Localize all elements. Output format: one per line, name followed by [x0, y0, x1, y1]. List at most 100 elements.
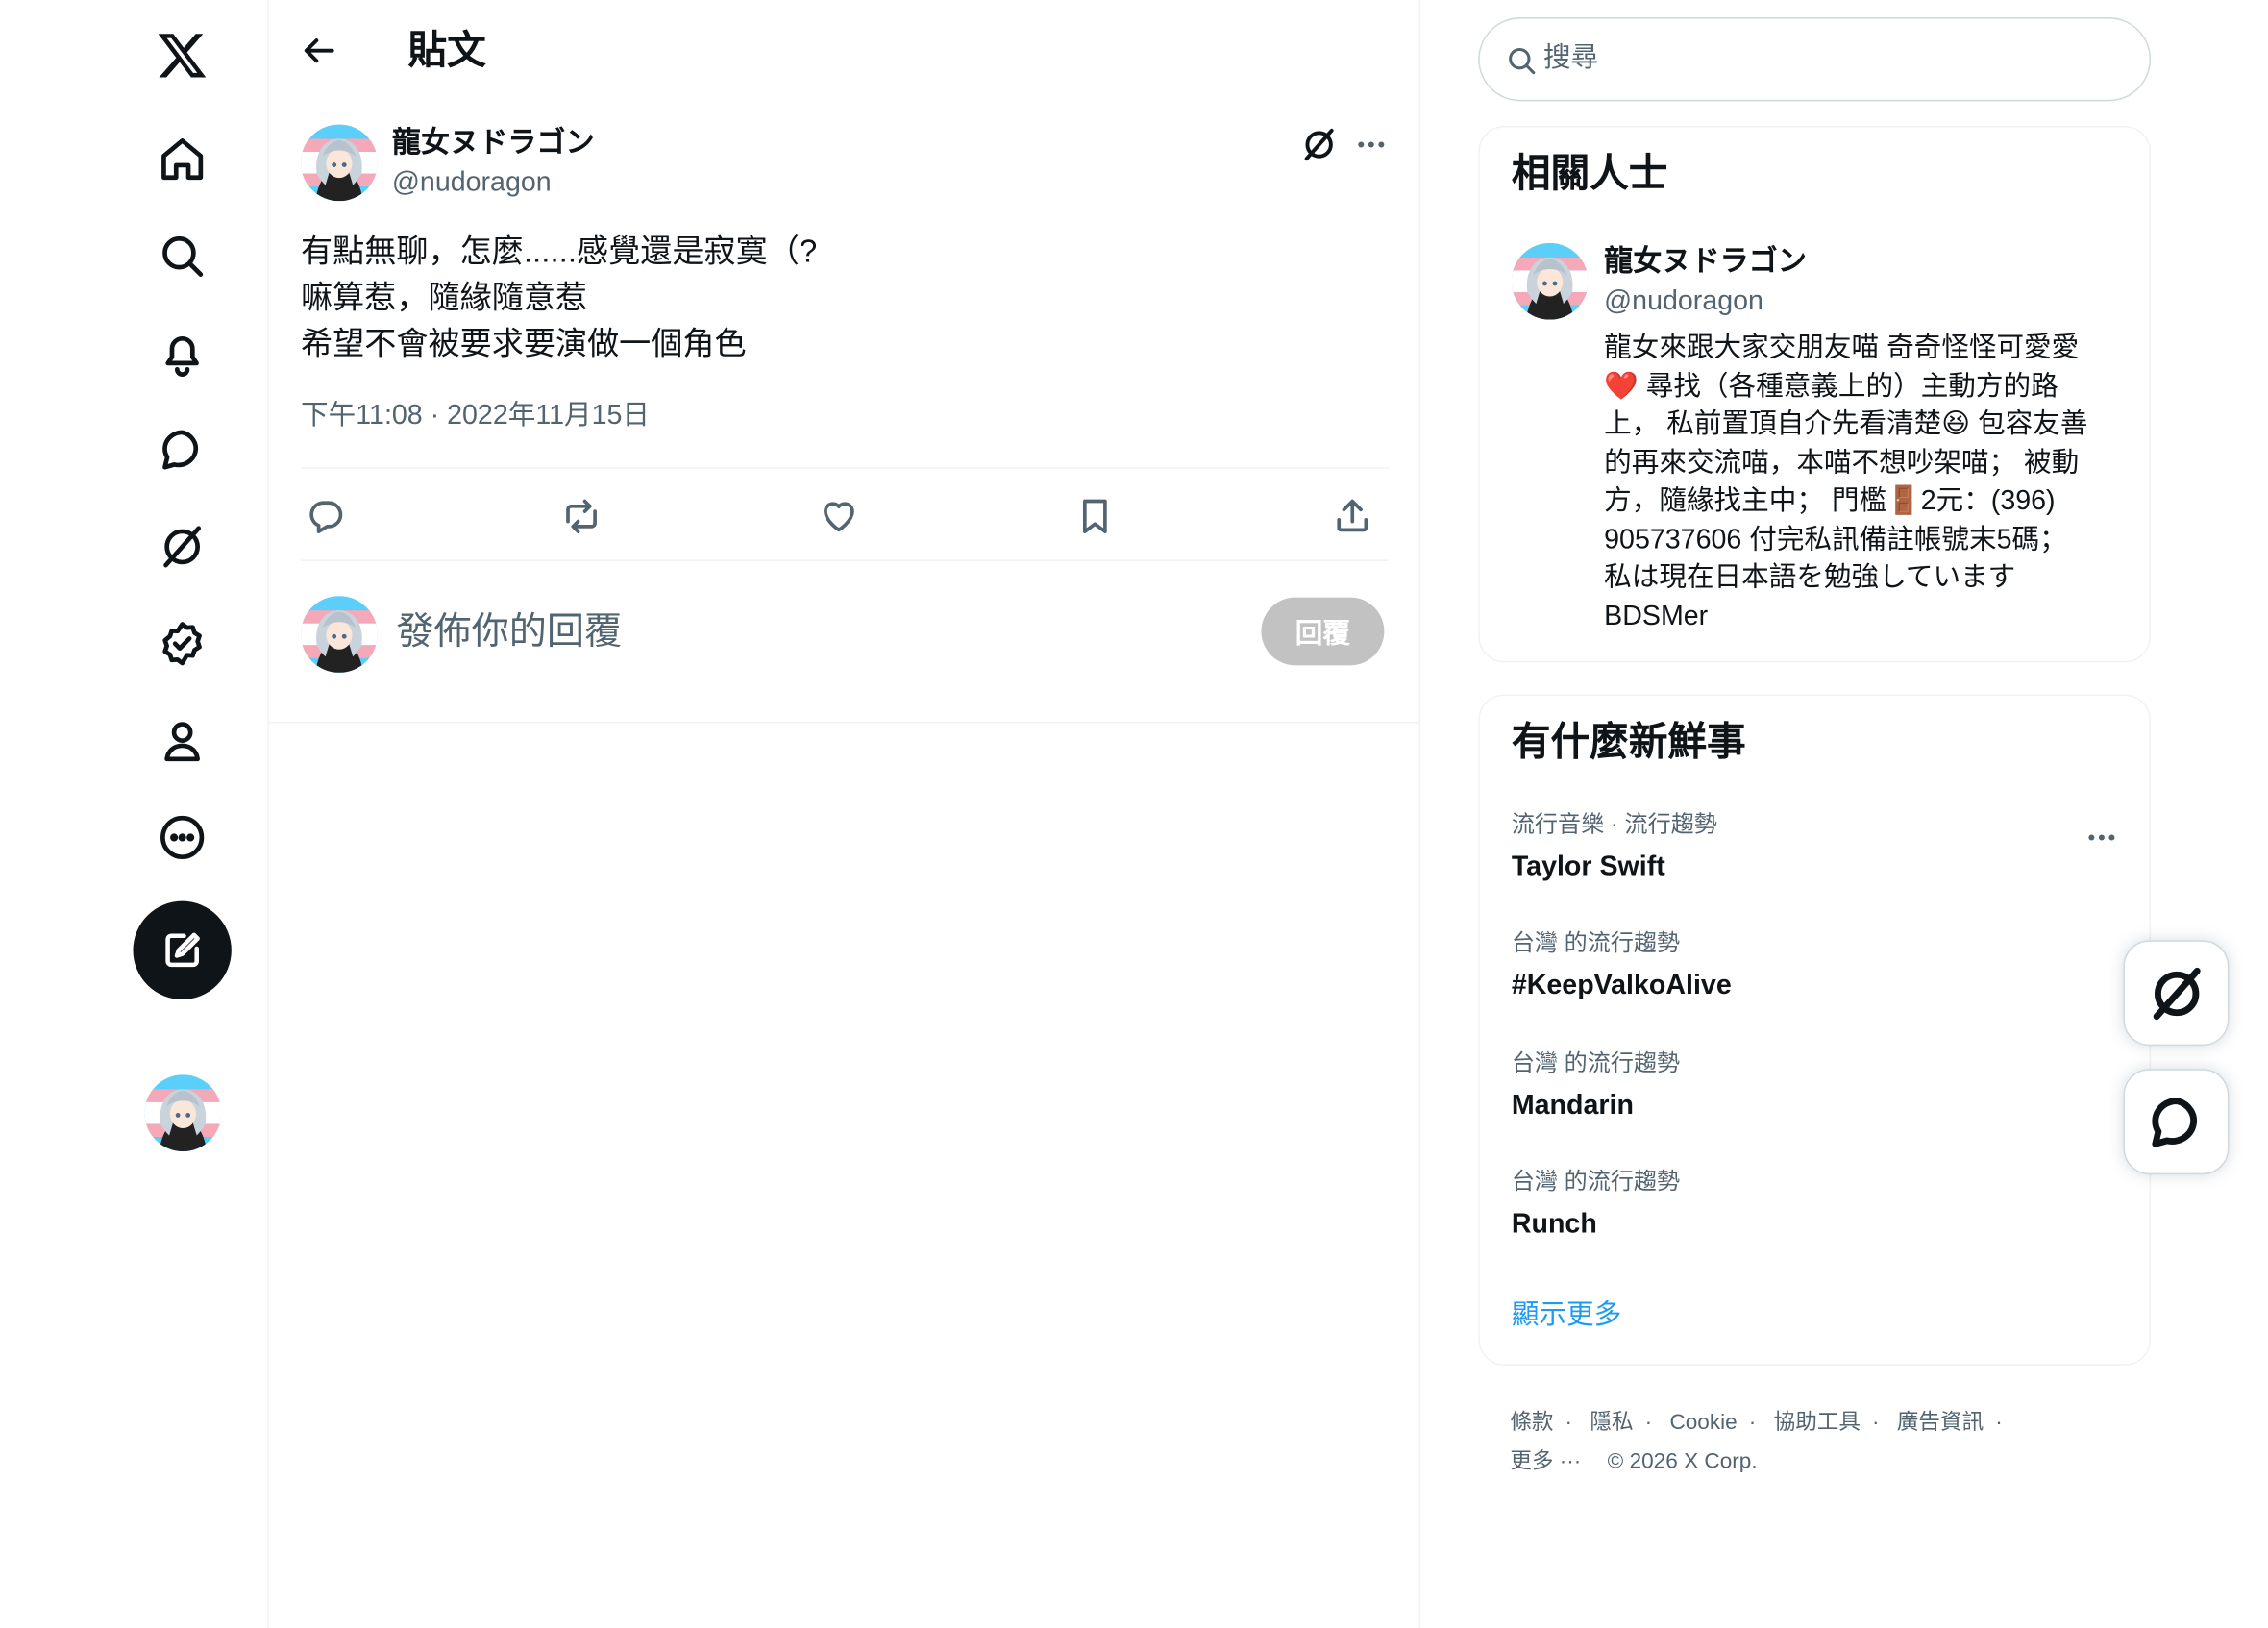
nav-grok[interactable] [141, 506, 222, 587]
post-timestamp[interactable]: 下午11:08 · 2022年11月15日 [301, 396, 650, 436]
search-icon [162, 235, 204, 277]
footer-more-link[interactable]: 更多 ··· [1510, 1449, 1581, 1474]
bio-text: 包容友善 [1970, 408, 2088, 440]
relevant-people-card: 相關人士 龍女ヌドラゴン @nudoragon 龍女來跟大家交朋友喵 奇奇怪怪可… [1478, 125, 2152, 663]
bookmark-action[interactable] [1071, 492, 1120, 541]
post-author-handle[interactable]: @nudoragon [392, 165, 552, 203]
bio-line: 方，隨緣找主中； 門檻🚪2元：(396) [1604, 483, 2132, 522]
bio-line: ❤️ 尋找（各種意義上的）主動方的路 [1604, 368, 2132, 407]
compose-icon [165, 932, 200, 968]
repost-action[interactable] [556, 492, 605, 541]
divider [268, 722, 1421, 724]
grok-explain-button[interactable] [1299, 124, 1340, 164]
search-box[interactable]: 搜尋 [1478, 17, 2152, 102]
trend-meta: 台灣 的流行趨勢 [1511, 1170, 1681, 1196]
account-avatar[interactable] [144, 1074, 222, 1152]
bio-text: 2元：(396) [1920, 485, 2056, 517]
arrow-left-icon [304, 38, 334, 63]
footer-link-cookie[interactable]: Cookie [1669, 1410, 1737, 1435]
nav-explore[interactable] [141, 215, 222, 296]
trend-meta: 台灣 的流行趨勢 [1511, 931, 1681, 956]
avatar-image [1511, 242, 1589, 320]
copyright: © 2026 X Corp. [1607, 1449, 1758, 1474]
nav-messages[interactable] [141, 409, 222, 490]
trend-name: Runch [1511, 1209, 1597, 1240]
footer-link-accessibility[interactable]: 協助工具 [1774, 1410, 1861, 1435]
reply-avatar[interactable] [301, 596, 378, 673]
bio-line: 龍女來跟大家交朋友喵 奇奇怪怪可愛愛 [1604, 333, 2080, 363]
search-input[interactable]: 搜尋 [1543, 39, 1598, 80]
messages-float-button[interactable] [2123, 1069, 2230, 1175]
bio-text: 上， 私前置頂自介先看清楚 [1604, 408, 1942, 440]
heart-icon [824, 502, 854, 532]
footer-link-ads-info[interactable]: 廣告資訊 [1897, 1410, 1984, 1435]
message-icon [2151, 1097, 2197, 1147]
post-text: 有點無聊，怎麼......感覺還是寂寞（? 嘛算惹，隨緣隨意惹 希望不會被要求要… [301, 229, 1371, 367]
bio-line: 私は現在日本語を勉強しています [1604, 562, 2016, 594]
trend-name: Mandarin [1511, 1090, 1634, 1122]
avatar-image [301, 124, 378, 202]
nav-home[interactable] [141, 118, 222, 199]
avatar-image [144, 1074, 222, 1152]
grok-icon [2152, 967, 2200, 1020]
show-more-link[interactable]: 顯示更多 [1512, 1296, 1621, 1337]
trends-card: 有什麼新鮮事 流行音樂 · 流行趨勢 Taylor Swift 台灣 的流行趨勢… [1478, 694, 2152, 1366]
relevant-person-handle[interactable]: @nudoragon [1604, 284, 1763, 321]
reply-submit-button[interactable]: 回覆 [1261, 597, 1385, 666]
trend-name: #KeepValkoAlive [1511, 970, 1732, 1001]
bio-line: BDSMer [1604, 601, 1709, 631]
relevant-person-avatar[interactable] [1511, 242, 1589, 320]
post-author-name[interactable]: 龍女ヌドラゴン [392, 124, 595, 161]
post-author-avatar[interactable] [301, 124, 378, 202]
heart-emoji: ❤️ [1604, 371, 1639, 402]
like-action[interactable] [814, 492, 863, 541]
grok-float-button[interactable] [2123, 940, 2230, 1047]
relevant-person-bio: 龍女來跟大家交朋友喵 奇奇怪怪可愛愛 ❤️ 尋找（各種意義上的）主動方的路 上，… [1604, 330, 2132, 636]
footer-link-privacy[interactable]: 隱私 [1590, 1410, 1633, 1435]
separator: · [1748, 1410, 1757, 1436]
more-circle-icon [160, 815, 205, 860]
relevant-person-name[interactable]: 龍女ヌドラゴン [1604, 243, 1807, 281]
main-column: 貼文 龍女ヌドラゴン @nudoragon 有點無聊，怎麼......感覺還是寂… [268, 0, 1421, 1628]
separator: · [1644, 1410, 1653, 1436]
trends-title: 有什麼新鮮事 [1511, 720, 1746, 764]
footer: 條款 · 隱私 · Cookie · 協助工具 · 廣告資訊 · 更多 ··· © 202… [1510, 1403, 2117, 1481]
post-actions [301, 478, 1389, 553]
trend-item[interactable]: 流行音樂 · 流行趨勢 Taylor Swift [1512, 810, 2119, 888]
trend-item[interactable]: 台灣 的流行趨勢 #KeepValkoAlive [1512, 928, 2119, 1006]
reply-action[interactable] [301, 492, 350, 541]
footer-link-terms[interactable]: 條款 [1510, 1410, 1553, 1435]
nav-profile[interactable] [141, 700, 222, 780]
trend-meta: 流行音樂 · 流行趨勢 [1511, 812, 1717, 838]
message-icon [162, 430, 199, 470]
door-emoji: 🚪 [1886, 485, 1921, 517]
avatar-image [301, 596, 378, 673]
more-dot [1368, 141, 1374, 148]
bio-line: 905737606 付完私訊備註帳號末5碼； [1604, 524, 2067, 555]
nav-more[interactable] [141, 797, 222, 877]
compose-post-button[interactable] [133, 900, 232, 1000]
separator: · [1871, 1410, 1880, 1436]
share-icon [1337, 499, 1368, 532]
trend-meta: 台灣 的流行趨勢 [1511, 1051, 1681, 1076]
nav-notifications[interactable] [141, 312, 222, 393]
grok-icon [163, 526, 202, 568]
x-logo-icon[interactable] [141, 14, 222, 95]
trend-item[interactable]: 台灣 的流行趨勢 Mandarin [1512, 1048, 2119, 1126]
reply-input[interactable]: 發佈你的回覆 [396, 604, 1206, 656]
divider [301, 467, 1389, 469]
bio-text: 方，隨緣找主中； 門檻 [1604, 485, 1887, 517]
share-action[interactable] [1328, 492, 1377, 541]
bio-text: 尋找（各種意義上的）主動方的路 [1638, 371, 2058, 402]
repost-icon [566, 499, 597, 533]
divider [301, 559, 1389, 561]
search-icon [1506, 45, 1538, 77]
bell-icon [165, 336, 199, 377]
profile-icon [164, 722, 200, 762]
back-button[interactable] [292, 23, 347, 78]
trend-item[interactable]: 台灣 的流行趨勢 Runch [1512, 1168, 2119, 1246]
reply-icon [309, 501, 343, 533]
nav-premium[interactable] [141, 604, 222, 684]
post-more-button[interactable] [1351, 124, 1392, 164]
separator: · [1565, 1410, 1573, 1436]
